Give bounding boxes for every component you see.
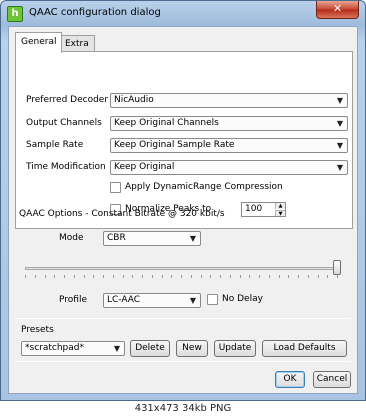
new-preset-button[interactable]: New [176, 340, 208, 357]
general-tab-pane: Preferred Decoder NicAudio ▼ Output Chan… [15, 51, 353, 229]
title-bar[interactable]: h QAAC configuration dialog ✕ [1, 1, 365, 26]
profile-value: LC-AAC [107, 295, 141, 305]
slider-tick [249, 275, 250, 278]
decoder-select[interactable]: NicAudio ▼ [110, 93, 348, 108]
channels-label: Output Channels [26, 118, 102, 128]
slider-tick [327, 275, 328, 278]
preset-select[interactable]: *scratchpad* ▼ [21, 341, 125, 356]
slider-tick [103, 275, 104, 278]
slider-tick [93, 275, 94, 278]
chevron-down-icon: ▼ [336, 96, 343, 105]
drc-label: Apply DynamicRange Compression [125, 182, 283, 192]
dialog-window: h QAAC configuration dialog ✕ General Ex… [0, 0, 366, 401]
spin-up-icon[interactable]: ▲ [275, 203, 285, 209]
slider-tick [210, 275, 211, 278]
no-delay-checkbox[interactable] [207, 294, 218, 305]
slider-tick [191, 275, 192, 278]
slider-tick [171, 275, 172, 278]
window-title: QAAC configuration dialog [29, 7, 161, 18]
slider-tick [25, 275, 26, 278]
presets-label: Presets [21, 325, 54, 335]
tab-extra[interactable]: Extra [59, 35, 95, 52]
slider-tick [45, 275, 46, 278]
normalize-value: 100 [245, 204, 263, 214]
decoder-value: NicAudio [114, 95, 154, 105]
channels-select[interactable]: Keep Original Channels ▼ [110, 116, 348, 131]
update-preset-button[interactable]: Update [214, 340, 256, 357]
slider-tick [35, 275, 36, 278]
dialog-client-area: General Extra Preferred Decoder NicAudio… [8, 26, 358, 394]
slider-tick [84, 275, 85, 278]
delete-preset-button[interactable]: Delete [130, 340, 170, 357]
chevron-down-icon: ▼ [189, 296, 196, 305]
bitrate-slider-thumb[interactable] [333, 260, 341, 275]
chevron-down-icon: ▼ [336, 141, 343, 150]
slider-tick [298, 275, 299, 278]
image-info-text: 431x473 34kb PNG [134, 403, 232, 414]
slider-tick [152, 275, 153, 278]
sample-rate-value: Keep Original Sample Rate [114, 140, 235, 150]
slider-tick [318, 275, 319, 278]
mode-value: CBR [107, 233, 126, 243]
bitrate-slider[interactable] [25, 267, 337, 270]
slider-tick [54, 275, 55, 278]
no-delay-label: No Delay [222, 294, 263, 304]
slider-tick [74, 275, 75, 278]
tab-general[interactable]: General [15, 32, 63, 53]
mode-label: Mode [59, 233, 84, 243]
slider-tick [288, 275, 289, 278]
profile-select[interactable]: LC-AAC ▼ [103, 293, 201, 308]
slider-tick [220, 275, 221, 278]
slider-tick [181, 275, 182, 278]
slider-tick [113, 275, 114, 278]
slider-tick [142, 275, 143, 278]
normalize-spinbox[interactable]: 100 ▲ ▼ [241, 202, 286, 217]
sample-rate-select[interactable]: Keep Original Sample Rate ▼ [110, 138, 348, 153]
chevron-down-icon: ▼ [189, 234, 196, 243]
slider-tick [123, 275, 124, 278]
slider-tick [132, 275, 133, 278]
time-mod-label: Time Modification [26, 162, 106, 172]
time-mod-select[interactable]: Keep Original ▼ [110, 160, 348, 175]
cancel-button[interactable]: Cancel [313, 371, 351, 388]
profile-label: Profile [59, 295, 87, 305]
app-icon: h [7, 6, 23, 22]
mode-select[interactable]: CBR ▼ [103, 231, 201, 246]
close-button[interactable]: ✕ [316, 1, 359, 19]
slider-tick [240, 275, 241, 278]
chevron-down-icon: ▼ [336, 119, 343, 128]
chevron-down-icon: ▼ [336, 163, 343, 172]
chevron-down-icon: ▼ [113, 344, 120, 353]
load-defaults-button[interactable]: Load Defaults [262, 340, 347, 357]
slider-tick [64, 275, 65, 278]
slider-tick [230, 275, 231, 278]
slider-tick [269, 275, 270, 278]
preset-value: *scratchpad* [25, 343, 84, 353]
slider-tick [279, 275, 280, 278]
slider-tick [201, 275, 202, 278]
divider [15, 318, 351, 319]
time-mod-value: Keep Original [114, 162, 175, 172]
image-info-bar: 431x473 34kb PNG [0, 401, 366, 417]
sample-rate-label: Sample Rate [26, 140, 84, 150]
slider-tick [337, 275, 338, 278]
spin-down-icon[interactable]: ▼ [275, 210, 285, 217]
ok-button[interactable]: OK [275, 371, 305, 388]
divider [15, 361, 351, 362]
options-header: QAAC Options - Constant Bitrate @ 320 kb… [19, 209, 225, 219]
channels-value: Keep Original Channels [114, 118, 219, 128]
slider-tick [308, 275, 309, 278]
slider-tick [259, 275, 260, 278]
slider-tick [162, 275, 163, 278]
decoder-label: Preferred Decoder [26, 95, 109, 105]
drc-checkbox[interactable] [110, 182, 121, 193]
